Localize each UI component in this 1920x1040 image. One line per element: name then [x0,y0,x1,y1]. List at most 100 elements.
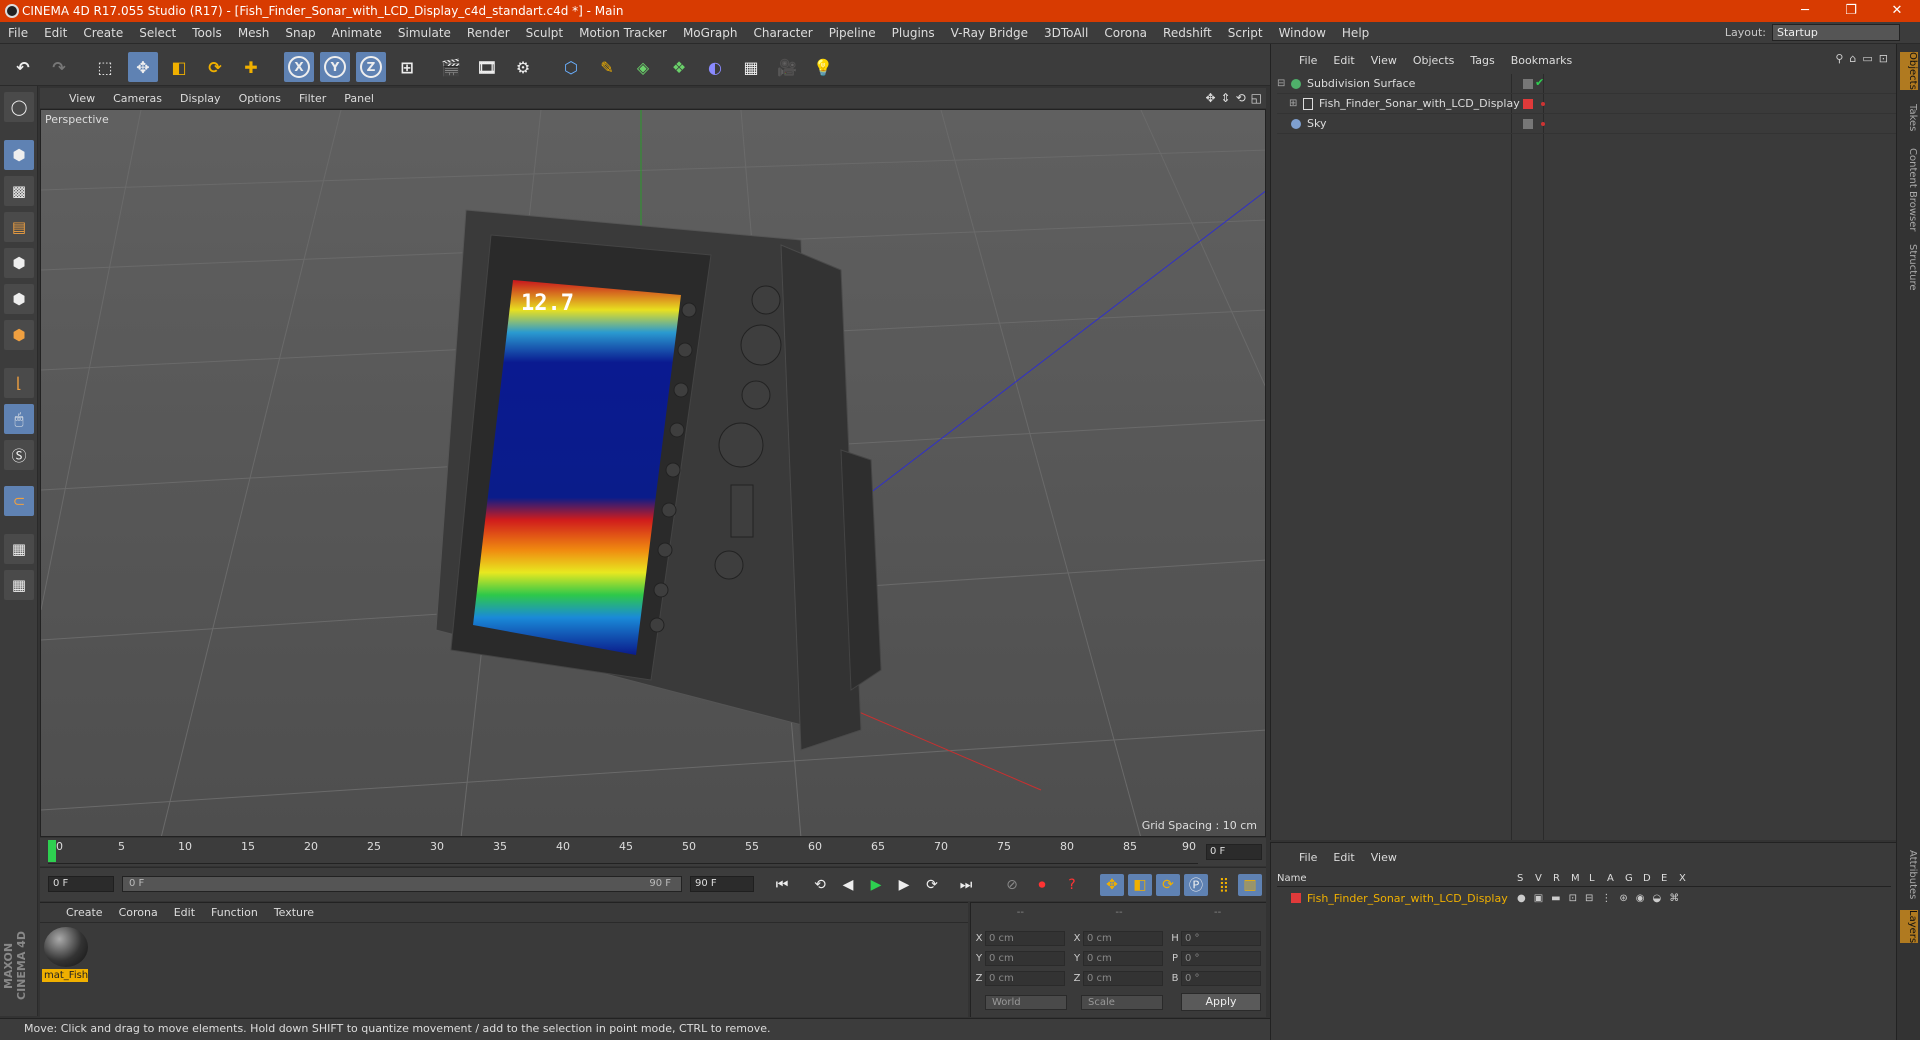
object-menu-tags[interactable]: Tags [1462,54,1502,67]
layer-row[interactable]: Fish_Finder_Sonar_with_LCD_Display ●▣▬⊡⊟… [1277,889,1891,907]
model-mode-icon[interactable]: ⬢ [4,140,34,170]
menu-motion-tracker[interactable]: Motion Tracker [571,26,675,40]
layer-menu-file[interactable]: File [1291,851,1325,864]
menu-character[interactable]: Character [745,26,820,40]
pan-icon[interactable]: ✥ [1205,91,1215,105]
texture-mode-icon[interactable]: ▩ [4,176,34,206]
cloner-icon[interactable]: ❖ [664,52,694,82]
polygons-mode-icon[interactable]: ⬢ [4,320,34,350]
menu-mograph[interactable]: MoGraph [675,26,746,40]
render-view-icon[interactable]: 🎬 [436,52,466,82]
live-selection-icon[interactable]: ⬚ [90,52,120,82]
layer-menu-view[interactable]: View [1363,851,1405,864]
side-tab-content-browser[interactable]: Content Browser [1900,148,1918,231]
menu-help[interactable]: Help [1334,26,1377,40]
object-menu-edit[interactable]: Edit [1325,54,1362,67]
make-editable-icon[interactable]: ◯ [4,92,34,122]
redo-icon[interactable]: ↷ [44,52,74,82]
object-menu-view[interactable]: View [1363,54,1405,67]
viewport-menu-cameras[interactable]: Cameras [104,92,171,105]
range-slider[interactable]: 0 F 90 F [122,876,682,892]
minimize-button[interactable]: ─ [1782,0,1828,22]
edges-mode-icon[interactable]: ⬢ [4,284,34,314]
render-picture-viewer-icon[interactable]: 🎞 [472,52,502,82]
layer-color-tag[interactable] [1523,99,1533,109]
maximize-button[interactable]: ❐ [1828,0,1874,22]
material-menu-texture[interactable]: Texture [266,906,322,919]
home-icon[interactable]: ⌂ [1849,52,1856,65]
side-tab-takes[interactable]: Takes [1900,104,1918,131]
visibility-toggle[interactable] [1523,119,1533,129]
menu-plugins[interactable]: Plugins [884,26,943,40]
collapse-icon[interactable]: ⊟ [1277,78,1289,89]
light-icon[interactable]: 💡 [808,52,838,82]
locked-workplane-icon[interactable]: ▦ [4,534,34,564]
size-x-field[interactable]: 0 cm [1083,930,1163,946]
cube-primitive-icon[interactable]: ⬡ [556,52,586,82]
minimize-panel-icon[interactable]: ▭ [1862,52,1872,65]
position-y-field[interactable]: 0 cm [985,950,1065,966]
key-rotation-icon[interactable]: ⟳ [1156,874,1180,896]
menu-select[interactable]: Select [131,26,184,40]
viewport-menu-panel[interactable]: Panel [335,92,383,105]
object-row-sky[interactable]: Sky [1277,114,1897,134]
object-menu-objects[interactable]: Objects [1405,54,1463,67]
viewport-menu-view[interactable]: View [60,92,104,105]
recent-tool-icon[interactable]: ✚ [236,52,266,82]
rotation-h-field[interactable]: 0 ° [1181,930,1261,946]
menu-simulate[interactable]: Simulate [390,26,459,40]
key-pla-icon[interactable]: ⣿ [1212,874,1236,896]
expand-icon[interactable]: ⊞ [1289,98,1301,109]
menu-3dtoall[interactable]: 3DToAll [1036,26,1096,40]
apply-button[interactable]: Apply [1181,993,1261,1011]
layer-color-icon[interactable] [1291,893,1301,903]
search-icon[interactable]: ⚲ [1835,52,1843,65]
coordinate-system-icon[interactable]: ⊞ [392,52,422,82]
undo-icon[interactable]: ↶ [8,52,38,82]
key-param-icon[interactable]: Ⓟ [1184,874,1208,896]
rotate-tool-icon[interactable]: ⟳ [200,52,230,82]
viewport-menu-filter[interactable]: Filter [290,92,335,105]
snap-icon[interactable]: ⊂ [4,486,34,516]
rotation-b-field[interactable]: 0 ° [1181,970,1261,986]
autokey-icon[interactable]: ? [1060,874,1084,896]
menu-pipeline[interactable]: Pipeline [821,26,884,40]
material-menu-function[interactable]: Function [203,906,266,919]
timeline-ruler[interactable]: 0 5 10 15 20 25 30 35 40 45 50 55 60 65 … [48,840,1198,864]
check-icon[interactable]: ✔ [1535,76,1544,89]
object-row-fish-finder[interactable]: ⊞ Fish_Finder_Sonar_with_LCD_Display [1277,94,1897,114]
menu-create[interactable]: Create [75,26,131,40]
render-dot[interactable] [1541,122,1545,126]
workplane-icon[interactable]: ▤ [4,212,34,242]
menu-file[interactable]: File [0,26,36,40]
menu-script[interactable]: Script [1220,26,1271,40]
record-icon[interactable]: ⏺ [1030,874,1054,896]
scale-tool-icon[interactable]: ◧ [164,52,194,82]
perspective-viewport[interactable]: 12.7 Perspective Grid Spacing : 10 cm [40,109,1266,837]
end-frame-field[interactable]: 90 F [690,876,754,892]
play-icon[interactable]: ▶ [864,874,888,896]
planar-workplane-icon[interactable]: ▦ [4,570,34,600]
object-menu-bookmarks[interactable]: Bookmarks [1503,54,1580,67]
menu-vray-bridge[interactable]: V-Ray Bridge [943,26,1036,40]
go-to-end-icon[interactable]: ⏭ [954,874,978,896]
size-y-field[interactable]: 0 cm [1083,950,1163,966]
z-axis-lock[interactable]: Z [356,52,386,82]
floor-icon[interactable]: ▦ [736,52,766,82]
rotation-p-field[interactable]: 0 ° [1181,950,1261,966]
menu-redshift[interactable]: Redshift [1155,26,1220,40]
current-frame-field[interactable]: 0 F [1206,844,1262,860]
material-name[interactable]: mat_Fish [42,969,88,982]
coord-mode-dropdown[interactable]: World [985,995,1067,1010]
playhead[interactable] [48,840,56,862]
menu-mesh[interactable]: Mesh [230,26,278,40]
timeline-window-icon[interactable]: ▥ [1238,874,1262,896]
layer-flags-icon[interactable]: ●▣▬⊡⊟⋮⊛◉◒⌘ [1517,893,1687,904]
close-button[interactable]: ✕ [1874,0,1920,22]
visibility-toggle[interactable] [1523,79,1533,89]
material-preview[interactable] [44,927,88,967]
menu-render[interactable]: Render [459,26,518,40]
subdivision-surface-icon[interactable]: ◈ [628,52,658,82]
menu-corona[interactable]: Corona [1096,26,1155,40]
material-menu-edit[interactable]: Edit [166,906,203,919]
